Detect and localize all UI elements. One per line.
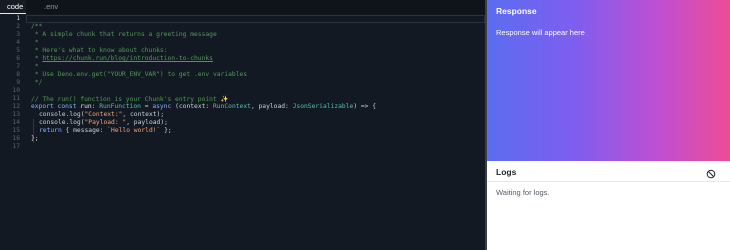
line-number: 5 [16, 47, 20, 54]
token-punct: (context: [171, 103, 214, 110]
token-rest: { message: [61, 127, 108, 134]
logs-title: Logs [496, 167, 517, 177]
code-line-5: * Here's what to know about chunks: [31, 47, 168, 54]
token-string: "Payload: " [84, 119, 127, 126]
token-call: console.log( [39, 119, 85, 126]
line-number: 6 [16, 55, 20, 62]
logs-status: Waiting for logs. [496, 188, 550, 197]
line-number: 7 [16, 63, 20, 70]
line-number: 14 [12, 119, 20, 126]
line-number-gutter: 1 2 3 4 5 6 7 8 9 10 11 12 13 14 15 16 1… [0, 14, 22, 250]
token-type: RunFunction [99, 103, 141, 110]
code-line-12: export const run: RunFunction = async (c… [31, 103, 376, 110]
token-rest: , context); [122, 111, 165, 118]
tab-code[interactable]: code [0, 0, 26, 14]
line-number: 15 [12, 127, 20, 134]
token-punct: = [140, 103, 153, 110]
code-line-8: * Use Deno.env.get("YOUR_ENV_VAR") to ge… [31, 71, 248, 78]
response-panel: Response Response will appear here [487, 0, 730, 161]
tab-env[interactable]: .env [44, 0, 58, 14]
line-number: 17 [12, 143, 20, 150]
code-line-13: console.log("Context:", context); [39, 111, 164, 118]
code-line-9: */ [31, 79, 43, 86]
token-rest: , payload); [126, 119, 168, 126]
editor-tabs: code .env [0, 0, 485, 14]
token-type: JsonSerializable [292, 103, 354, 110]
token-punct: ) => { [353, 103, 377, 110]
token-string: `Hello world!` [107, 127, 161, 134]
comment-prefix: * [31, 55, 43, 62]
line-number: 13 [12, 111, 20, 118]
code-line-6: * https://chunk.run/blog/introduction-to… [31, 55, 213, 62]
line-number: 11 [12, 95, 20, 102]
logs-divider [487, 181, 730, 182]
token-identifier: run [80, 103, 92, 110]
token-keyword: async [152, 103, 172, 110]
line-number: 3 [16, 31, 20, 38]
token-keyword: return [39, 127, 62, 134]
code-line-4: * [31, 39, 39, 46]
current-line-highlight [26, 15, 485, 23]
clear-circle-icon [706, 169, 716, 179]
token-call: console.log( [39, 111, 85, 118]
response-title: Response [496, 6, 537, 16]
line-number: 1 [16, 15, 20, 22]
line-number: 4 [16, 39, 20, 46]
code-editor-pane: code .env 1 2 3 4 5 6 7 8 9 10 11 12 13 … [0, 0, 485, 250]
token-punct: , payload: [250, 103, 293, 110]
line-number: 2 [16, 23, 20, 30]
token-string: "Context:" [84, 111, 123, 118]
line-number: 8 [16, 71, 20, 78]
token-type: RunContext [213, 103, 251, 110]
token-keyword: export const [31, 103, 81, 110]
code-line-16: }; [31, 135, 39, 142]
code-line-2: /** [31, 23, 43, 30]
logs-panel: Logs Waiting for logs. [487, 161, 730, 250]
code-line-15: return { message: `Hello world!` }; [39, 127, 172, 134]
code-line-11: // The run() function is your Chunk's en… [31, 96, 229, 103]
clear-logs-button[interactable] [706, 166, 716, 179]
code-line-7: * [31, 63, 39, 70]
line-number: 16 [12, 135, 20, 142]
line-number: 12 [12, 103, 20, 110]
chunks-docs-link[interactable]: https://chunk.run/blog/introduction-to-c… [42, 55, 213, 62]
response-placeholder: Response will appear here [496, 28, 585, 37]
line-number: 9 [16, 79, 20, 86]
code-line-14: console.log("Payload: ", payload); [39, 119, 168, 126]
line-number: 10 [12, 87, 20, 94]
token-rest: }; [160, 127, 172, 134]
code-line-3: * A simple chunk that returns a greeting… [31, 31, 217, 38]
app-window: code .env 1 2 3 4 5 6 7 8 9 10 11 12 13 … [0, 0, 730, 250]
code-area[interactable]: 1 2 3 4 5 6 7 8 9 10 11 12 13 14 15 16 1… [0, 14, 485, 250]
